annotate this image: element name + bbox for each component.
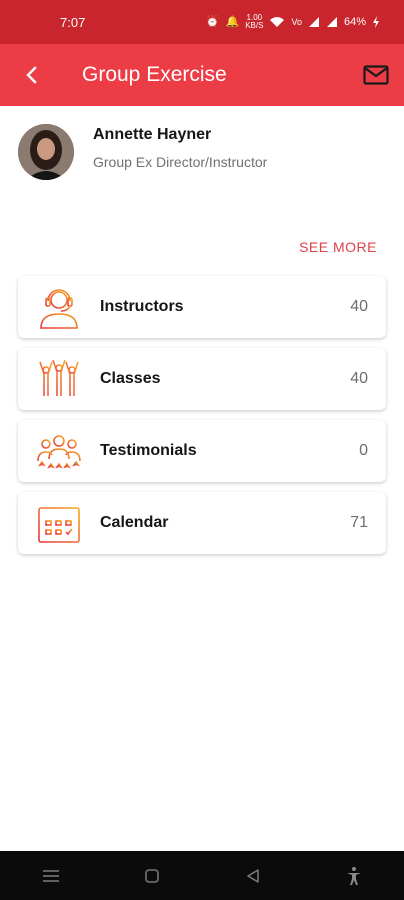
menu-count: 40 <box>350 370 368 387</box>
menu-label: Classes <box>100 370 161 387</box>
menu-count: 71 <box>350 514 368 531</box>
mail-button[interactable] <box>348 44 404 106</box>
menu-item-calendar[interactable]: Calendar 71 <box>18 492 386 554</box>
menu-list: Instructors 40 Classes 40 Testimonials 0… <box>18 276 386 564</box>
chevron-left-icon <box>26 66 37 84</box>
back-nav-button[interactable] <box>233 856 273 896</box>
menu-count: 40 <box>350 298 368 315</box>
menu-count: 0 <box>359 442 368 459</box>
wifi-icon <box>270 17 285 27</box>
see-more-link[interactable]: SEE MORE <box>299 239 377 255</box>
testimonials-icon <box>37 435 81 469</box>
avatar <box>18 124 74 180</box>
menu-label: Instructors <box>100 298 184 315</box>
status-icons: ⏰ 🔔 1.00 KB/S Vo 64% <box>206 14 380 30</box>
signal-icon-1 <box>308 17 319 27</box>
back-triangle-icon <box>246 868 259 883</box>
profile-role: Group Ex Director/Instructor <box>93 154 268 170</box>
home-nav-button[interactable] <box>132 856 172 896</box>
battery-percent: 64% <box>343 15 366 28</box>
alarm-icon: ⏰ <box>205 15 220 28</box>
profile-card[interactable]: Annette Hayner Group Ex Director/Instruc… <box>18 124 267 180</box>
signal-icon-2 <box>326 17 337 27</box>
app-bar: Group Exercise <box>0 44 404 106</box>
status-bar: 7:07 ⏰ 🔔 1.00 KB/S Vo 64% <box>0 0 404 44</box>
status-time: 7:07 <box>60 14 86 30</box>
instructor-headset-icon <box>40 289 78 329</box>
menu-item-classes[interactable]: Classes 40 <box>18 348 386 410</box>
data-speed-indicator: 1.00 KB/S <box>245 13 264 30</box>
home-square-icon <box>144 868 159 883</box>
page-title: Group Exercise <box>82 63 227 86</box>
menu-item-instructors[interactable]: Instructors 40 <box>18 276 386 338</box>
calendar-icon <box>38 504 80 543</box>
menu-nav-button[interactable] <box>31 856 71 896</box>
accessibility-icon <box>346 866 361 885</box>
menu-label: Testimonials <box>100 442 197 459</box>
mail-icon <box>363 65 389 85</box>
menu-item-testimonials[interactable]: Testimonials 0 <box>18 420 386 482</box>
back-button[interactable] <box>0 44 64 106</box>
accessibility-nav-button[interactable] <box>334 856 374 896</box>
profile-name: Annette Hayner <box>93 126 212 143</box>
volte-icon: Vo <box>291 16 302 27</box>
notification-icon: 🔔 <box>225 15 240 28</box>
battery-charging-icon <box>373 16 379 28</box>
hamburger-icon <box>42 869 59 882</box>
classes-group-icon <box>39 359 79 396</box>
system-nav-bar <box>0 851 404 900</box>
menu-label: Calendar <box>100 514 169 531</box>
